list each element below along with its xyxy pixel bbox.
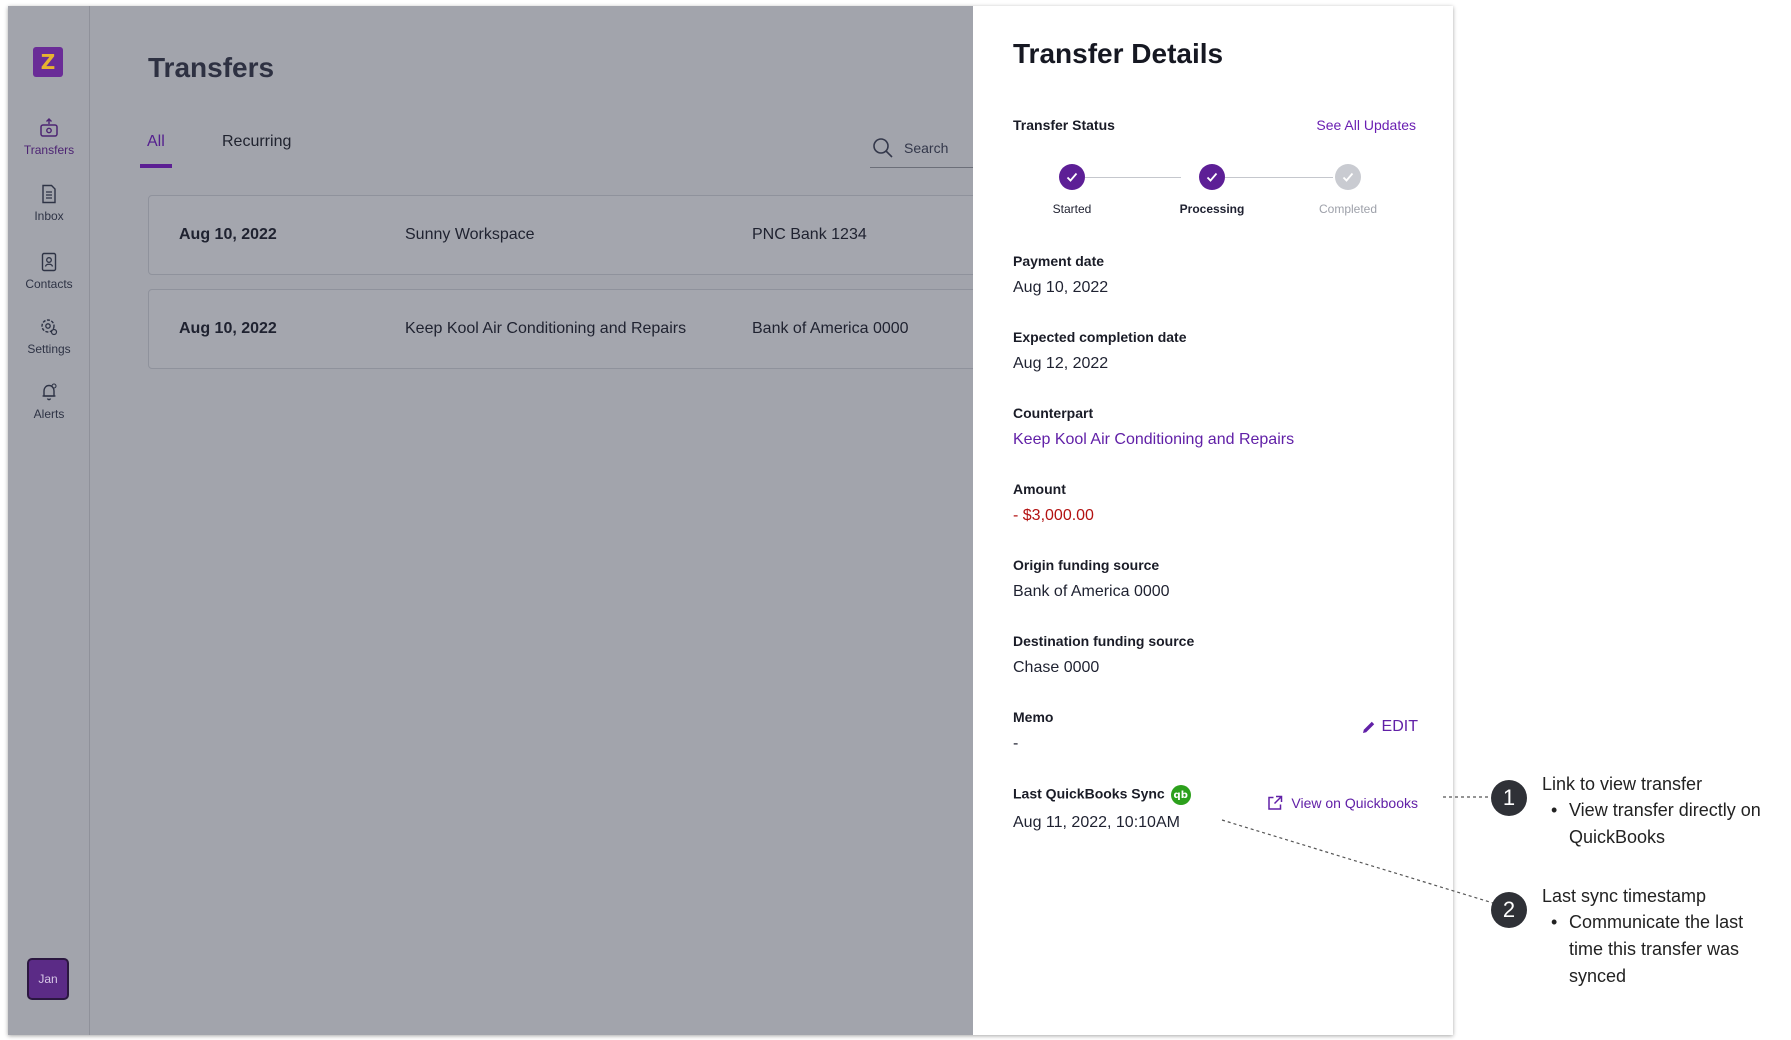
external-link-icon [1268, 795, 1283, 810]
quickbooks-icon: qb [1170, 785, 1191, 805]
origin-funding-label: Origin funding source [1013, 557, 1160, 573]
search-icon [873, 138, 893, 158]
transfer-status-label: Transfer Status [1013, 117, 1115, 133]
tab-all[interactable]: All [147, 133, 165, 151]
contacts-icon [41, 252, 57, 272]
edit-memo-button[interactable]: EDIT [1362, 718, 1418, 736]
step-connector [1225, 177, 1333, 178]
destination-funding-value: Chase 0000 [1013, 659, 1100, 676]
step-label-started: Started [1052, 202, 1092, 216]
step-connector [1085, 177, 1181, 178]
row-date: Aug 10, 2022 [179, 226, 277, 243]
row-bank: PNC Bank 1234 [752, 226, 867, 243]
step-label-completed: Completed [1318, 202, 1378, 216]
sidebar-item-label: Transfers [23, 143, 75, 157]
tab-recurring[interactable]: Recurring [222, 133, 291, 151]
view-on-quickbooks-label: View on Quickbooks [1291, 795, 1418, 811]
sidebar: Z Transfers Inbox Contacts Settings Aler… [8, 6, 90, 1035]
counterpart-link[interactable]: Keep Kool Air Conditioning and Repairs [1013, 431, 1294, 449]
row-bank: Bank of America 0000 [752, 320, 909, 337]
origin-funding-value: Bank of America 0000 [1013, 583, 1170, 600]
memo-value: - [1013, 735, 1019, 752]
transfers-icon [40, 118, 58, 137]
last-sync-value: Aug 11, 2022, 10:10AM [1013, 814, 1180, 831]
table-row[interactable]: Aug 10, 2022 Keep Kool Air Conditioning … [148, 289, 1048, 369]
last-sync-label: Last QuickBooks Sync qb [1013, 785, 1191, 805]
check-icon [1066, 172, 1078, 182]
row-date: Aug 10, 2022 [179, 320, 277, 337]
see-all-updates-link[interactable]: See All Updates [1316, 117, 1416, 133]
memo-label: Memo [1013, 709, 1054, 725]
sidebar-item-alerts[interactable]: Alerts [8, 382, 90, 421]
pencil-icon [1362, 721, 1374, 733]
view-on-quickbooks-link[interactable]: View on Quickbooks [1267, 795, 1418, 811]
annotation-marker-2: 2 [1491, 892, 1527, 928]
step-started-check [1059, 164, 1085, 190]
expected-completion-label: Expected completion date [1013, 329, 1187, 345]
sidebar-item-label: Inbox [34, 209, 64, 223]
app-window: Z Transfers Inbox Contacts Settings Aler… [8, 6, 1453, 1035]
annotation-1-title: Link to view transfer [1542, 774, 1703, 794]
step-processing-check [1199, 164, 1225, 190]
row-payee: Sunny Workspace [405, 226, 535, 243]
step-label-processing: Processing [1179, 202, 1245, 216]
payment-date-label: Payment date [1013, 253, 1105, 269]
check-icon [1206, 172, 1218, 182]
status-stepper: Started Processing Completed [1013, 158, 1413, 228]
sidebar-item-transfers[interactable]: Transfers [8, 118, 90, 157]
transfer-details-panel: Transfer Details Transfer Status See All… [973, 6, 1453, 1035]
annotation-marker-1: 1 [1491, 780, 1527, 816]
expected-completion-value: Aug 12, 2022 [1013, 355, 1109, 372]
counterpart-label: Counterpart [1013, 405, 1094, 421]
last-sync-text: Last QuickBooks Sync [1013, 785, 1165, 802]
sidebar-item-label: Alerts [33, 407, 65, 421]
page-title: Transfers [148, 52, 275, 83]
settings-icon [41, 319, 58, 336]
active-tab-indicator [140, 164, 172, 168]
step-completed-check [1335, 164, 1361, 190]
destination-funding-label: Destination funding source [1013, 633, 1195, 649]
payment-date-value: Aug 10, 2022 [1013, 279, 1109, 296]
sidebar-item-inbox[interactable]: Inbox [8, 184, 90, 223]
panel-title: Transfer Details [1013, 38, 1224, 69]
sidebar-item-contacts[interactable]: Contacts [8, 252, 90, 291]
annotation-1-bullet: View transfer directly on QuickBooks [1542, 797, 1782, 851]
app-logo[interactable]: Z [33, 47, 63, 77]
annotation-2-title: Last sync timestamp [1542, 886, 1707, 906]
avatar[interactable]: Jan [27, 958, 69, 1000]
sidebar-item-settings[interactable]: Settings [8, 317, 90, 356]
row-payee: Keep Kool Air Conditioning and Repairs [405, 320, 687, 337]
check-icon [1342, 172, 1354, 182]
sidebar-item-label: Settings [27, 342, 71, 356]
alerts-icon [42, 383, 57, 401]
search-placeholder: Search [904, 140, 949, 156]
table-row[interactable]: Aug 10, 2022 Sunny Workspace PNC Bank 12… [148, 195, 1048, 275]
inbox-icon [42, 184, 56, 204]
edit-label: EDIT [1381, 718, 1418, 735]
annotation-2-bullet: Communicate the last time this transfer … [1542, 909, 1782, 990]
amount-value: - $3,000.00 [1013, 507, 1094, 524]
amount-label: Amount [1013, 481, 1066, 497]
sidebar-item-label: Contacts [25, 277, 73, 291]
